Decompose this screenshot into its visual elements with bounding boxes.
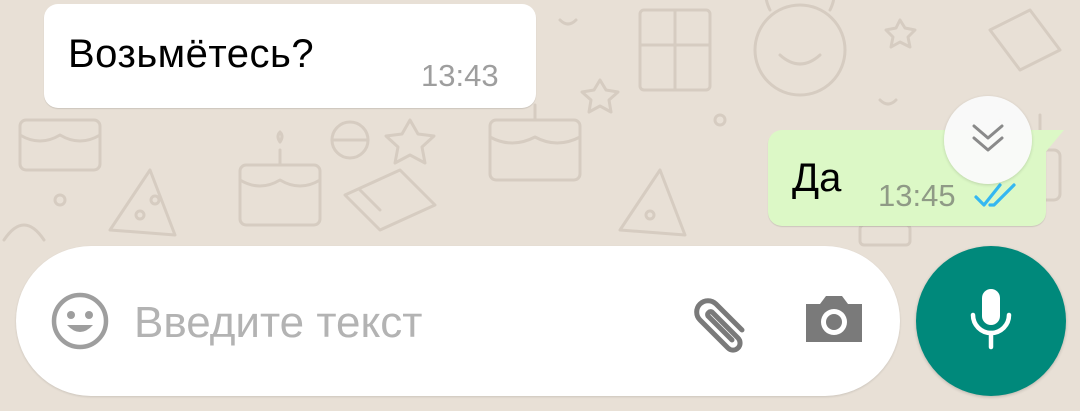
bubble-tail	[1044, 130, 1064, 154]
double-chevron-down-icon	[968, 120, 1008, 161]
double-check-read-icon	[974, 182, 1020, 215]
paperclip-icon[interactable]	[682, 286, 754, 361]
camera-icon[interactable]	[802, 290, 866, 351]
incoming-message-bubble[interactable]: Возьмётесь? 13:43	[44, 4, 536, 108]
message-time: 13:43	[421, 58, 499, 93]
voice-message-button[interactable]	[916, 246, 1066, 396]
smiley-icon[interactable]	[50, 291, 110, 356]
message-composer: Введите текст	[16, 246, 900, 396]
scroll-to-bottom-button[interactable]	[944, 96, 1032, 184]
microphone-icon	[967, 287, 1015, 356]
message-input[interactable]: Введите текст	[134, 298, 422, 348]
message-text: Да	[792, 156, 842, 200]
message-text: Возьмётесь?	[68, 32, 315, 76]
message-time: 13:45	[878, 178, 956, 213]
